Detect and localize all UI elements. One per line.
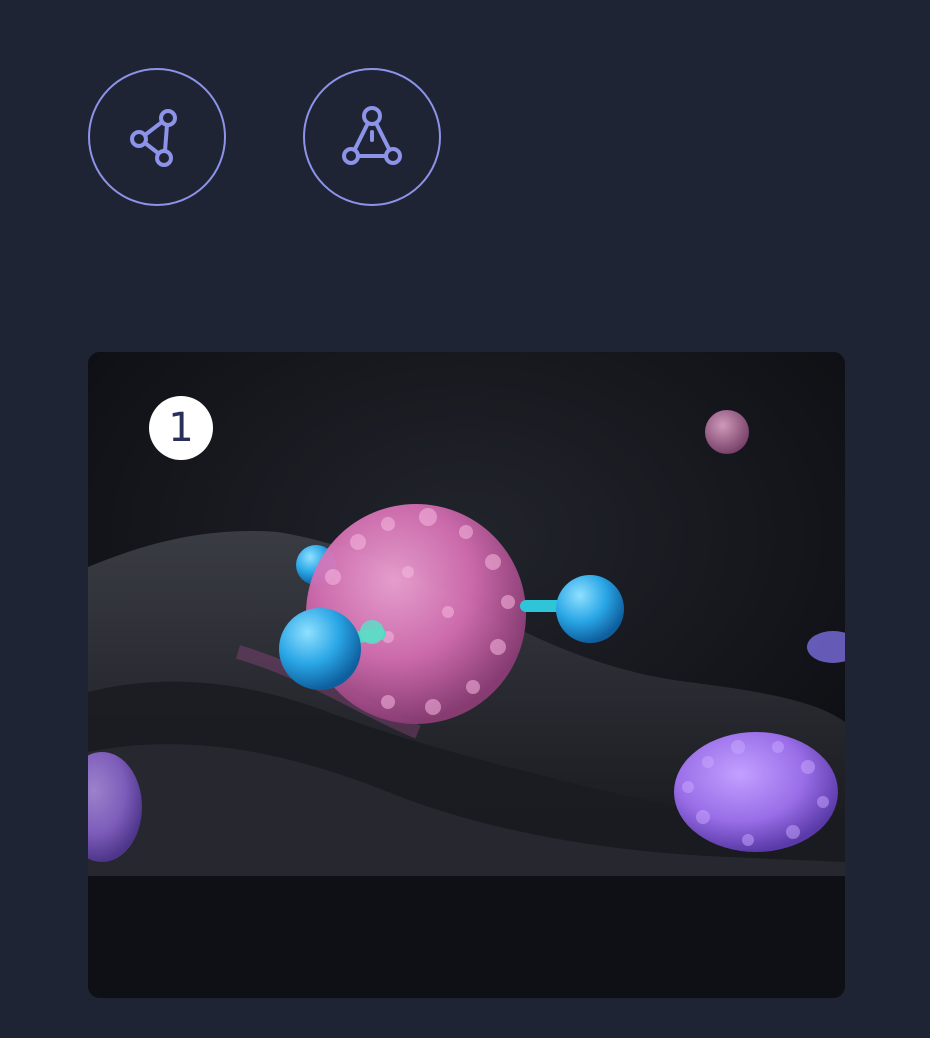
molecule-icon — [342, 106, 402, 165]
share-network-icon — [130, 109, 177, 167]
card-caption-area — [88, 876, 845, 998]
step-number-badge: 1 — [149, 396, 213, 460]
feature-card: 1 — [88, 352, 845, 998]
molecule-icon-button[interactable] — [303, 68, 441, 206]
page: 1 — [0, 0, 930, 1038]
cell-illustration-image: 1 — [88, 352, 845, 876]
share-network-icon-button[interactable] — [88, 68, 226, 206]
